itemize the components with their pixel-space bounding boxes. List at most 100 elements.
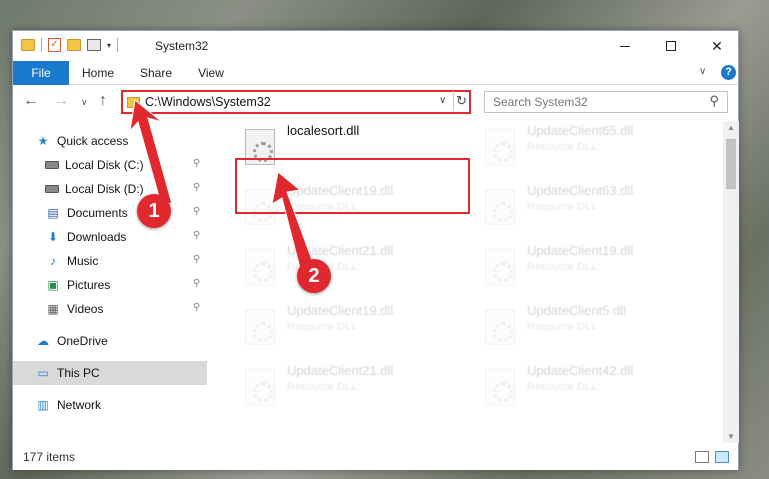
- back-arrow-icon[interactable]: ←: [23, 92, 39, 110]
- this-pc-icon: ▭: [37, 366, 49, 380]
- properties-icon[interactable]: [87, 39, 101, 51]
- file-item[interactable]: UpdateClient21.dll Resource DLL: [235, 361, 465, 411]
- address-path[interactable]: C:\Windows\System32: [145, 95, 271, 109]
- tab-home[interactable]: Home: [77, 61, 119, 85]
- file-name: UpdateClient21.dll: [287, 363, 394, 378]
- pin-icon[interactable]: ⚲: [193, 302, 200, 313]
- documents-icon: ▤: [47, 206, 59, 220]
- address-bar[interactable]: C:\Windows\System32 ∨ ↻: [121, 90, 471, 114]
- file-name: UpdateClient42.dll: [527, 363, 634, 378]
- dll-file-icon: [485, 249, 515, 285]
- file-item[interactable]: UpdateClient5.dll Resource DLL: [475, 301, 705, 351]
- onedrive-icon: ☁: [37, 334, 49, 348]
- file-item[interactable]: UpdateClient19.dll Resource DLL: [235, 301, 465, 351]
- sidebar-item-onedrive[interactable]: ☁ OneDrive: [13, 329, 207, 353]
- file-name: UpdateClient65.dll: [527, 123, 634, 138]
- sidebar-item-local-disk-c[interactable]: Local Disk (C:) ⚲: [13, 153, 207, 177]
- star-icon: ★: [37, 134, 49, 148]
- file-type: Resource DLL: [527, 381, 598, 393]
- toolbar-divider: [117, 38, 119, 52]
- drive-icon: [45, 185, 59, 193]
- window-title: System32: [155, 39, 209, 53]
- vertical-scrollbar[interactable]: ▲ ▼: [723, 121, 739, 443]
- help-icon[interactable]: ?: [721, 65, 736, 80]
- sidebar-item-downloads[interactable]: ⬇ Downloads ⚲: [13, 225, 207, 249]
- file-name: UpdateClient19.dll: [527, 243, 634, 258]
- sidebar-item-label: Quick access: [57, 134, 129, 148]
- up-arrow-icon[interactable]: ↑: [99, 92, 107, 110]
- sidebar-item-label: Videos: [67, 302, 104, 316]
- dll-file-icon: [485, 129, 515, 165]
- customize-toolbar-icon[interactable]: ▾: [107, 41, 111, 50]
- minimize-button[interactable]: [602, 31, 648, 61]
- sidebar-item-pictures[interactable]: ▣ Pictures ⚲: [13, 273, 207, 297]
- file-explorer-window: ✓ ▾ System32 ✕ File Home Share View ∨ ? …: [12, 30, 739, 470]
- dll-file-icon: [245, 309, 275, 345]
- expand-ribbon-icon[interactable]: ∨: [699, 66, 706, 77]
- scrollbar-thumb[interactable]: [726, 139, 736, 189]
- sidebar-item-network[interactable]: ▥ Network: [13, 393, 207, 417]
- file-type: Resource DLL: [527, 201, 598, 213]
- videos-icon: ▦: [47, 302, 59, 316]
- maximize-button[interactable]: [648, 31, 694, 61]
- sidebar-item-quick-access[interactable]: ★ Quick access: [13, 129, 207, 153]
- file-item[interactable]: UpdateClient19.dll Resource DLL: [475, 241, 705, 291]
- dll-file-icon: [245, 249, 275, 285]
- details-view-icon[interactable]: [695, 451, 709, 463]
- pin-icon[interactable]: ⚲: [193, 182, 200, 193]
- file-name: UpdateClient63.dll: [527, 183, 634, 198]
- navigation-bar: ← → ∨ ↑ C:\Windows\System32 ∨ ↻ ⚲: [13, 86, 738, 118]
- sidebar-item-label: Local Disk (C:): [65, 158, 144, 172]
- properties-check-icon[interactable]: ✓: [48, 38, 61, 52]
- pictures-icon: ▣: [47, 278, 59, 292]
- ribbon-tabs: File Home Share View ∨ ?: [13, 61, 738, 85]
- network-icon: ▥: [37, 398, 49, 412]
- forward-arrow-icon[interactable]: →: [53, 92, 69, 110]
- file-name: localesort.dll: [287, 123, 360, 138]
- sidebar-item-label: Downloads: [67, 230, 127, 244]
- address-dropdown-icon[interactable]: ∨: [439, 95, 446, 106]
- file-highlight-box: [235, 158, 470, 214]
- sidebar-item-label: Local Disk (D:): [65, 182, 144, 196]
- sidebar-item-this-pc[interactable]: ▭ This PC: [13, 361, 207, 385]
- quick-access-toolbar: ✓ ▾: [21, 38, 119, 52]
- pin-icon[interactable]: ⚲: [193, 278, 200, 289]
- sidebar-item-label: OneDrive: [57, 334, 108, 348]
- sidebar-item-videos[interactable]: ▦ Videos ⚲: [13, 297, 207, 321]
- sidebar-item-label: Music: [67, 254, 99, 268]
- folder-icon: [21, 39, 35, 51]
- pin-icon[interactable]: ⚲: [193, 158, 200, 169]
- status-bar: 177 items: [13, 445, 738, 470]
- toolbar-divider: [41, 38, 42, 52]
- sidebar-item-music[interactable]: ♪ Music ⚲: [13, 249, 207, 273]
- file-item[interactable]: UpdateClient63.dll Resource DLL: [475, 181, 705, 231]
- tab-file[interactable]: File: [13, 61, 69, 85]
- close-button[interactable]: ✕: [694, 31, 740, 61]
- file-item[interactable]: UpdateClient21.dll Resource DLL: [235, 241, 465, 291]
- new-folder-icon[interactable]: [67, 39, 81, 51]
- file-item[interactable]: UpdateClient65.dll Resource DLL: [475, 121, 705, 171]
- dll-file-icon: [485, 369, 515, 405]
- pin-icon[interactable]: ⚲: [193, 230, 200, 241]
- search-box[interactable]: ⚲: [484, 91, 728, 113]
- pin-icon[interactable]: ⚲: [193, 206, 200, 217]
- recent-locations-icon[interactable]: ∨: [81, 97, 88, 108]
- pin-icon[interactable]: ⚲: [193, 254, 200, 265]
- file-name: UpdateClient5.dll: [527, 303, 627, 318]
- search-input[interactable]: [485, 92, 695, 112]
- folder-icon: [127, 97, 140, 108]
- sidebar-item-documents[interactable]: ▤ Documents ⚲: [13, 201, 207, 225]
- file-item[interactable]: UpdateClient42.dll Resource DLL: [475, 361, 705, 411]
- scroll-up-icon[interactable]: ▲: [727, 123, 735, 132]
- file-type: Resource DLL: [527, 321, 598, 333]
- large-icons-view-icon[interactable]: [715, 451, 729, 463]
- title-bar: ✓ ▾ System32 ✕: [13, 31, 738, 61]
- refresh-icon[interactable]: ↻: [453, 91, 469, 111]
- tab-share[interactable]: Share: [135, 61, 177, 85]
- dll-file-icon: [485, 189, 515, 225]
- tab-view[interactable]: View: [193, 61, 229, 85]
- sidebar-item-local-disk-d[interactable]: Local Disk (D:) ⚲: [13, 177, 207, 201]
- search-icon[interactable]: ⚲: [709, 93, 719, 109]
- minimize-icon: [620, 45, 630, 47]
- scroll-down-icon[interactable]: ▼: [727, 432, 735, 441]
